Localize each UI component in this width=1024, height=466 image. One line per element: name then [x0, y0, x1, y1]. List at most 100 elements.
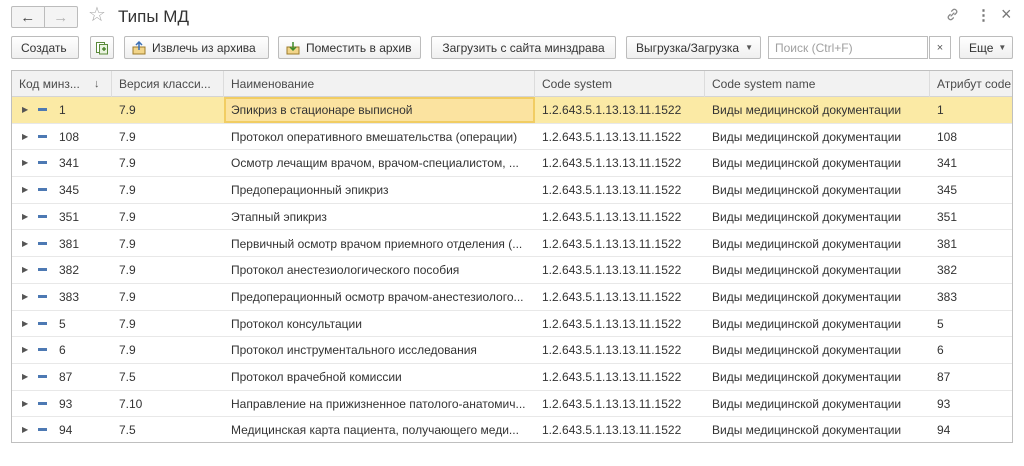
cell-code-system[interactable]: 1.2.643.5.1.13.13.11.1522 [535, 124, 705, 150]
table-row[interactable]: ▶ 87 7.5 Протокол врачебной комиссии 1.2.643… [12, 364, 1012, 391]
cell-code-system[interactable]: 1.2.643.5.1.13.13.11.1522 [535, 364, 705, 390]
cell-attr-code[interactable]: 94 [930, 417, 1012, 442]
column-header-attr-code[interactable]: Атрибут code [930, 71, 1012, 97]
column-header-name[interactable]: Наименование [224, 71, 535, 97]
table-row[interactable]: ▶ 381 7.9 Первичный осмотр врачом приемного… [12, 230, 1012, 258]
cell-version[interactable]: 7.9 [112, 231, 224, 257]
cell-version[interactable]: 7.9 [112, 204, 224, 230]
cell-name[interactable]: Предоперационный осмотр врачом-анестезио… [224, 284, 535, 310]
cell-code-system[interactable]: 1.2.643.5.1.13.13.11.1522 [535, 231, 705, 257]
cell-code-system-name[interactable]: Виды медицинской документации [705, 364, 930, 390]
cell-code[interactable]: 381 [12, 231, 112, 257]
cell-code-system[interactable]: 1.2.643.5.1.13.13.11.1522 [535, 177, 705, 203]
cell-code[interactable]: 345 [12, 177, 112, 203]
cell-code-system-name[interactable]: Виды медицинской документации [705, 97, 930, 123]
cell-code-system-name[interactable]: Виды медицинской документации [705, 417, 930, 442]
table-row[interactable]: ▶ 108 7.9 Протокол оперативного вмешательст… [12, 123, 1012, 151]
cell-code-system-name[interactable]: Виды медицинской документации [705, 337, 930, 363]
table-row[interactable]: ▶ 5 7.9 Протокол консультации 1.2.643.5.1.13… [12, 310, 1012, 338]
cell-code-system-name[interactable]: Виды медицинской документации [705, 391, 930, 417]
cell-code[interactable]: 5 [12, 311, 112, 337]
export-import-dropdown[interactable]: Выгрузка/Загрузка ▼ [626, 36, 761, 59]
column-header-version[interactable]: Версия класси... [112, 71, 224, 97]
cell-version[interactable]: 7.9 [112, 311, 224, 337]
cell-code[interactable]: 93 [12, 391, 112, 417]
cell-name[interactable]: Эпикриз в стационаре выписной [224, 97, 535, 123]
cell-name[interactable]: Протокол оперативного вмешательства (опе… [224, 124, 535, 150]
cell-code[interactable]: 383 [12, 284, 112, 310]
move-to-archive-button[interactable]: Поместить в архив [278, 36, 421, 59]
cell-name[interactable]: Осмотр лечащим врачом, врачом-специалист… [224, 150, 535, 176]
cell-code-system[interactable]: 1.2.643.5.1.13.13.11.1522 [535, 150, 705, 176]
cell-name[interactable]: Направление на прижизненное патолого-ана… [224, 391, 535, 417]
more-vertical-icon[interactable]: ⋮ [976, 7, 991, 25]
table-row[interactable]: ▶ 382 7.9 Протокол анестезиологического пос… [12, 257, 1012, 284]
cell-name[interactable]: Протокол инструментального исследования [224, 337, 535, 363]
cell-code[interactable]: 1 [12, 97, 112, 123]
cell-code-system[interactable]: 1.2.643.5.1.13.13.11.1522 [535, 257, 705, 283]
cell-attr-code[interactable]: 341 [930, 150, 1012, 176]
cell-code-system-name[interactable]: Виды медицинской документации [705, 257, 930, 283]
cell-version[interactable]: 7.9 [112, 124, 224, 150]
cell-attr-code[interactable]: 381 [930, 231, 1012, 257]
cell-code-system-name[interactable]: Виды медицинской документации [705, 177, 930, 203]
column-header-code[interactable]: Код минз... ↓ [12, 71, 112, 97]
cell-name[interactable]: Протокол врачебной комиссии [224, 364, 535, 390]
cell-code-system[interactable]: 1.2.643.5.1.13.13.11.1522 [535, 417, 705, 442]
forward-button[interactable]: → [45, 7, 78, 27]
cell-code-system[interactable]: 1.2.643.5.1.13.13.11.1522 [535, 391, 705, 417]
cell-code[interactable]: 382 [12, 257, 112, 283]
cell-code-system[interactable]: 1.2.643.5.1.13.13.11.1522 [535, 284, 705, 310]
link-icon[interactable] [945, 7, 960, 27]
cell-version[interactable]: 7.9 [112, 257, 224, 283]
cell-attr-code[interactable]: 345 [930, 177, 1012, 203]
cell-attr-code[interactable]: 6 [930, 337, 1012, 363]
cell-code-system-name[interactable]: Виды медицинской документации [705, 204, 930, 230]
cell-attr-code[interactable]: 87 [930, 364, 1012, 390]
search-input[interactable] [768, 36, 928, 59]
column-header-code-system-name[interactable]: Code system name [705, 71, 930, 97]
cell-attr-code[interactable]: 108 [930, 124, 1012, 150]
cell-attr-code[interactable]: 383 [930, 284, 1012, 310]
cell-code-system-name[interactable]: Виды медицинской документации [705, 231, 930, 257]
cell-version[interactable]: 7.5 [112, 364, 224, 390]
cell-name[interactable]: Этапный эпикриз [224, 204, 535, 230]
cell-version[interactable]: 7.9 [112, 284, 224, 310]
cell-code-system[interactable]: 1.2.643.5.1.13.13.11.1522 [535, 337, 705, 363]
favorite-star-icon[interactable]: ☆ [88, 4, 106, 26]
cell-version[interactable]: 7.9 [112, 150, 224, 176]
table-row[interactable]: ▶ 6 7.9 Протокол инструментального исследов… [12, 337, 1012, 364]
table-row[interactable]: ▶ 1 7.9 Эпикриз в стационаре выписной 1.2.64… [12, 97, 1012, 124]
column-header-code-system[interactable]: Code system [535, 71, 705, 97]
table-row[interactable]: ▶ 341 7.9 Осмотр лечащим врачом, врачом-спе… [12, 150, 1012, 178]
cell-code-system[interactable]: 1.2.643.5.1.13.13.11.1522 [535, 311, 705, 337]
cell-code[interactable]: 94 [12, 417, 112, 442]
data-table[interactable]: Код минз... ↓ Версия класси... Наименова… [11, 70, 1013, 443]
copy-button[interactable] [90, 36, 114, 59]
cell-code[interactable]: 351 [12, 204, 112, 230]
cell-code-system-name[interactable]: Виды медицинской документации [705, 150, 930, 176]
create-button[interactable]: Создать [11, 36, 79, 59]
cell-name[interactable]: Протокол анестезиологического пособия [224, 257, 535, 283]
back-button[interactable]: ← [12, 7, 45, 27]
cell-attr-code[interactable]: 351 [930, 204, 1012, 230]
cell-version[interactable]: 7.5 [112, 417, 224, 442]
cell-code[interactable]: 341 [12, 150, 112, 176]
cell-attr-code[interactable]: 93 [930, 391, 1012, 417]
cell-version[interactable]: 7.10 [112, 391, 224, 417]
more-button[interactable]: Еще ▼ [959, 36, 1013, 59]
cell-name[interactable]: Медицинская карта пациента, получающего … [224, 417, 535, 442]
table-row[interactable]: ▶ 345 7.9 Предоперационный эпикриз 1.2.643.5… [12, 177, 1012, 204]
cell-version[interactable]: 7.9 [112, 177, 224, 203]
cell-version[interactable]: 7.9 [112, 97, 224, 123]
download-from-ministry-button[interactable]: Загрузить с сайта минздрава [431, 36, 616, 59]
cell-name[interactable]: Протокол консультации [224, 311, 535, 337]
cell-code-system-name[interactable]: Виды медицинской документации [705, 124, 930, 150]
cell-version[interactable]: 7.9 [112, 337, 224, 363]
close-icon[interactable]: × [1001, 5, 1012, 23]
cell-code[interactable]: 6 [12, 337, 112, 363]
cell-code[interactable]: 108 [12, 124, 112, 150]
table-row[interactable]: ▶ 93 7.10 Направление на прижизненное патол… [12, 390, 1012, 418]
extract-from-archive-button[interactable]: Извлечь из архива [124, 36, 269, 59]
table-row[interactable]: ▶ 383 7.9 Предоперационный осмотр врачом-ан… [12, 283, 1012, 311]
